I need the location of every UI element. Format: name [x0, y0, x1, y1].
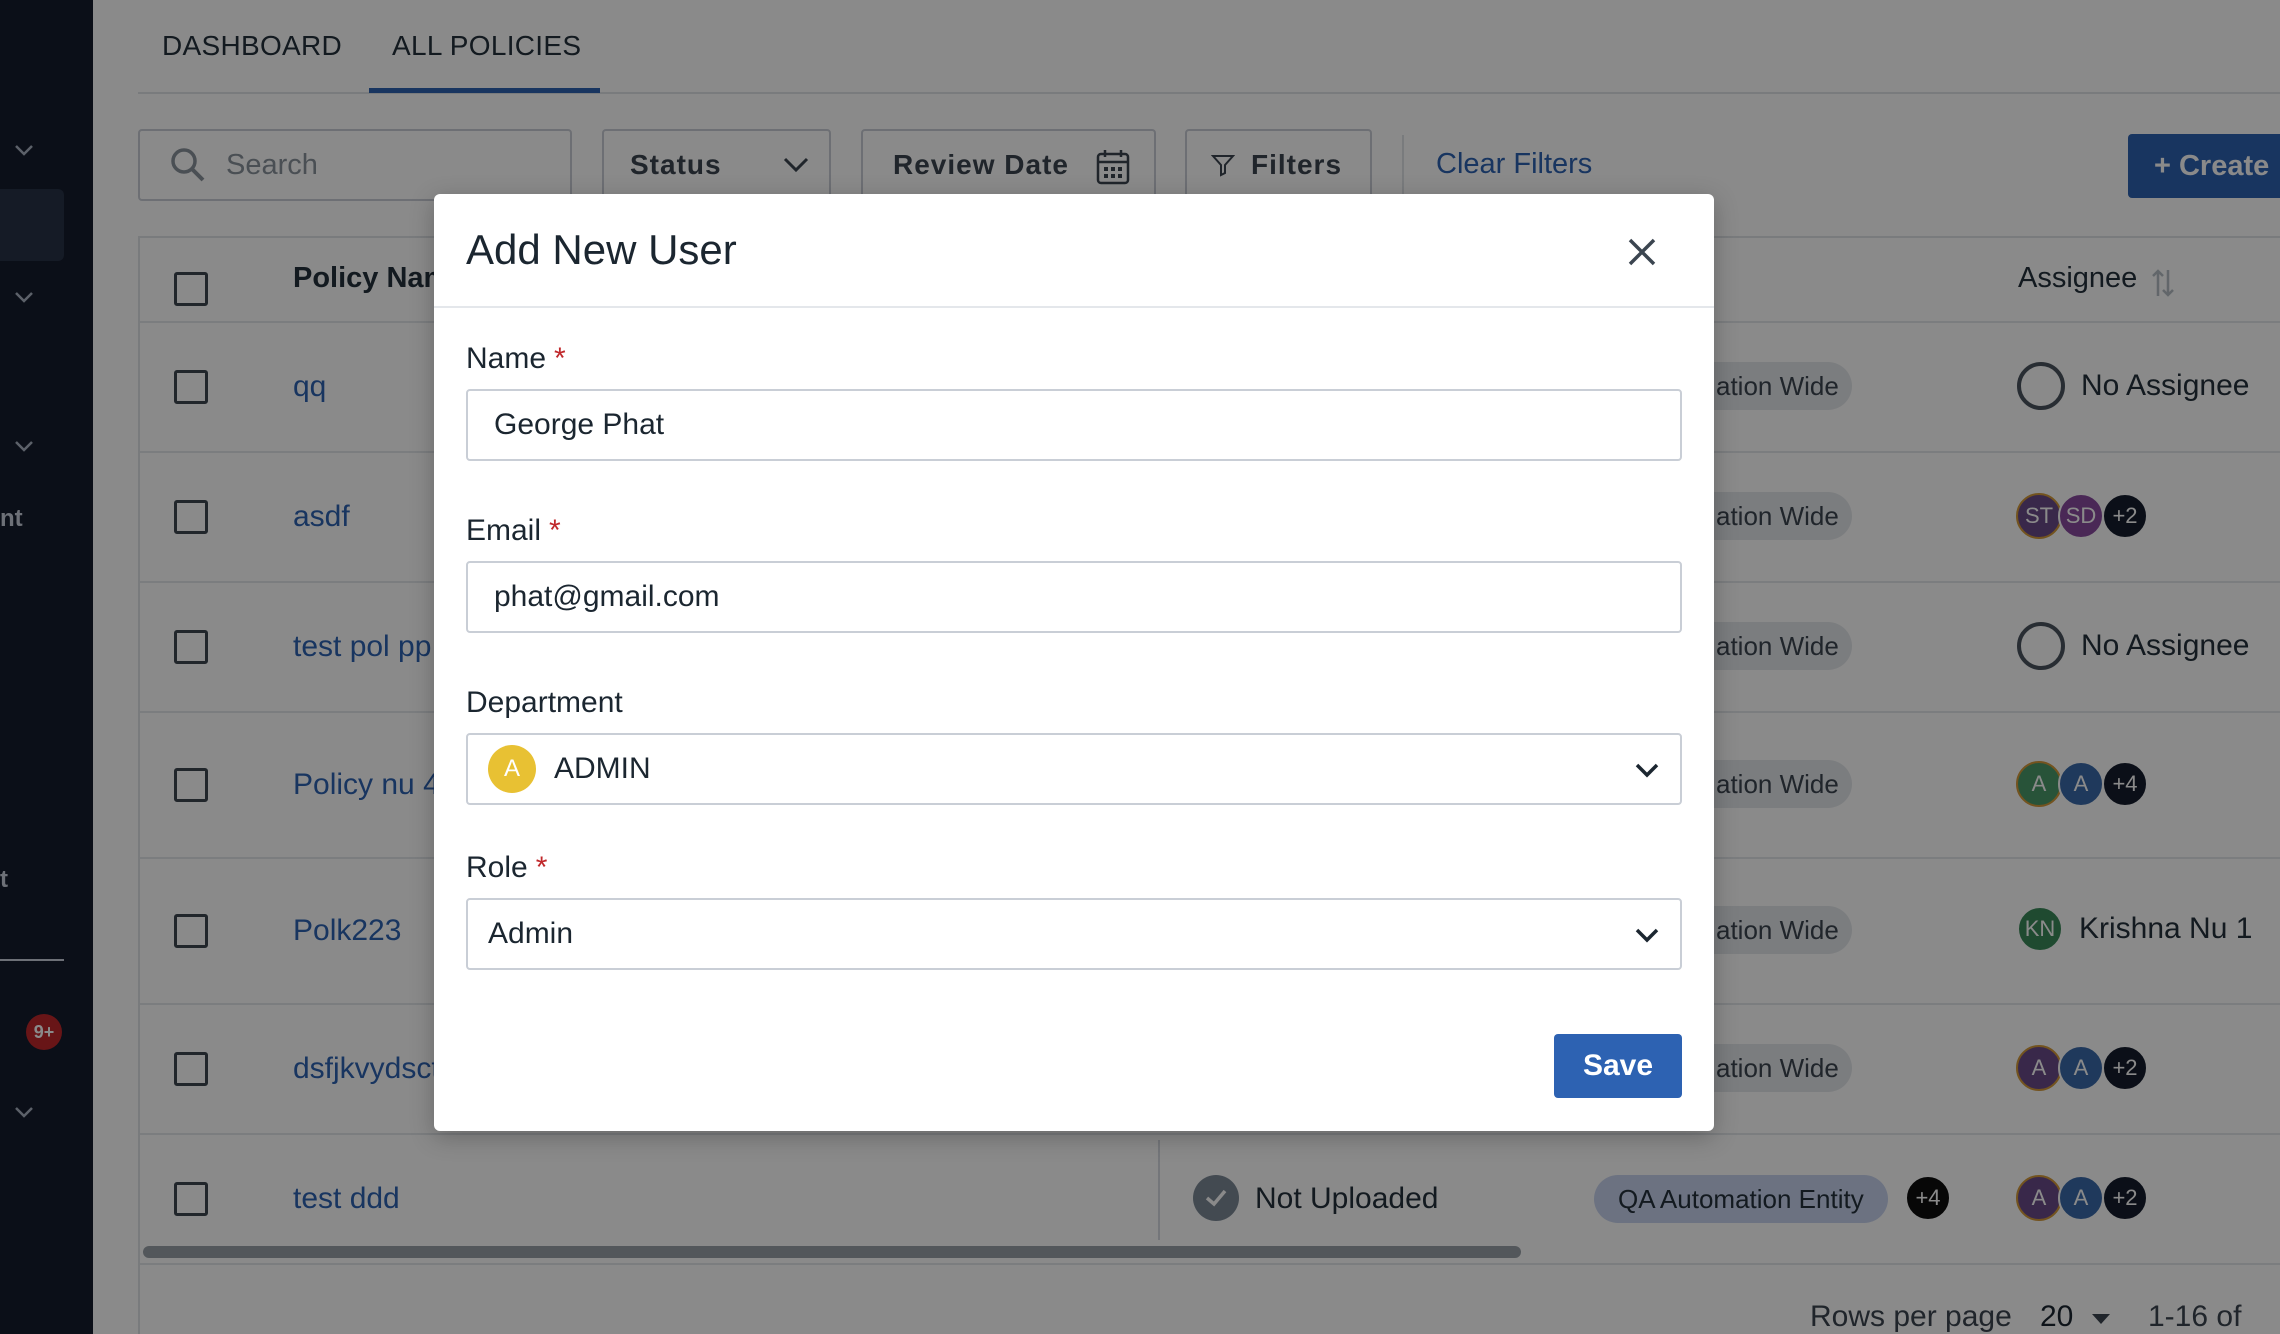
dialog-title: Add New User	[466, 226, 737, 273]
name-label: Name *	[466, 342, 566, 376]
chevron-down-icon	[1635, 928, 1659, 943]
chevron-down-icon	[1635, 763, 1659, 778]
role-select[interactable]: Admin	[466, 898, 1682, 970]
role-label-text: Role	[466, 851, 528, 884]
email-field[interactable]: phat@gmail.com	[466, 561, 1682, 633]
dialog-header: Add New User	[434, 194, 1714, 308]
department-label: Department	[466, 686, 623, 719]
required-marker: *	[535, 851, 548, 884]
email-label-text: Email	[466, 514, 542, 547]
department-avatar: A	[488, 745, 536, 793]
name-label-text: Name	[466, 342, 547, 375]
role-value: Admin	[488, 917, 574, 950]
close-button[interactable]	[1620, 230, 1664, 274]
close-icon	[1628, 238, 1656, 266]
department-select[interactable]: A ADMIN	[466, 733, 1682, 805]
name-field[interactable]: George Phat	[466, 389, 1682, 461]
required-marker: *	[549, 514, 561, 547]
save-button[interactable]: Save	[1554, 1034, 1682, 1098]
email-label: Email *	[466, 514, 561, 548]
role-label: Role *	[466, 851, 547, 885]
required-marker: *	[554, 342, 566, 375]
add-user-dialog: Add New User Name * George Phat Email * ph…	[434, 194, 1714, 1131]
department-value: ADMIN	[554, 752, 651, 785]
